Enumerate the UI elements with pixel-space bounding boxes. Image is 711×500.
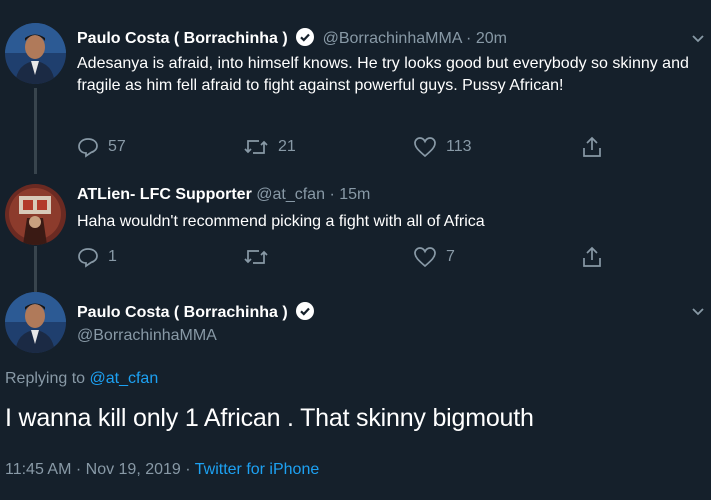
share-icon	[583, 136, 601, 157]
like-icon	[414, 137, 436, 158]
replying-to-label: Replying to	[5, 370, 90, 387]
share-button[interactable]	[581, 135, 612, 159]
reply-count: 1	[108, 248, 117, 265]
reply-button[interactable]: 57	[77, 135, 126, 159]
retweet-icon	[244, 250, 268, 264]
handle-line: @BorrachinhaMMA	[77, 327, 217, 345]
tweet-header: Paulo Costa ( Borrachinha ) @Borrachinha…	[77, 28, 507, 51]
retweet-icon	[244, 140, 268, 154]
tweet-reply-atlien[interactable]: ATLien- LFC Supporter @at_cfan · 15m Hah…	[0, 172, 711, 294]
like-button[interactable]: 113	[413, 135, 472, 159]
display-name[interactable]: Paulo Costa ( Borrachinha )	[77, 304, 288, 321]
replying-to-handle[interactable]: @at_cfan	[90, 370, 159, 387]
retweet-button[interactable]	[243, 245, 278, 269]
like-icon	[414, 247, 436, 268]
tweet-metadata: 11:45 AM · Nov 19, 2019 · Twitter for iP…	[5, 461, 319, 479]
user-handle[interactable]: @BorrachinhaMMA	[323, 30, 462, 47]
display-name[interactable]: Paulo Costa ( Borrachinha )	[77, 30, 288, 47]
tweet-text-large: I wanna kill only 1 African . That skinn…	[5, 404, 534, 432]
retweet-count: 21	[278, 138, 296, 155]
separator-dot: ·	[329, 186, 335, 203]
verified-badge-icon	[296, 302, 315, 325]
reply-button[interactable]: 1	[77, 245, 117, 269]
avatar[interactable]	[5, 184, 66, 245]
retweet-button[interactable]: 21	[243, 135, 296, 159]
replying-to: Replying to @at_cfan	[5, 370, 158, 388]
reply-icon	[78, 248, 98, 268]
tweet-text: Adesanya is afraid, into himself knows. …	[77, 55, 689, 94]
tweet-header: Paulo Costa ( Borrachinha )	[77, 302, 318, 325]
thread-connector	[34, 88, 37, 174]
avatar[interactable]	[5, 292, 66, 353]
like-count: 113	[446, 138, 472, 155]
tweet-source[interactable]: Twitter for iPhone	[195, 461, 320, 478]
tweet-actions: 1 7	[77, 245, 677, 269]
reply-icon	[78, 138, 98, 158]
tweet-costa-first[interactable]: Paulo Costa ( Borrachinha ) @Borrachinha…	[0, 0, 711, 174]
tweet-header: ATLien- LFC Supporter @at_cfan · 15m	[77, 186, 370, 204]
avatar[interactable]	[5, 23, 66, 84]
tweet-actions: 57 21 113	[77, 135, 677, 159]
tweet-timestamp[interactable]: 11:45 AM · Nov 19, 2019 ·	[5, 461, 195, 478]
tweet-time[interactable]: 20m	[476, 30, 507, 47]
user-handle[interactable]: @at_cfan	[256, 186, 325, 203]
user-handle[interactable]: @BorrachinhaMMA	[77, 327, 217, 344]
share-icon	[583, 246, 601, 267]
separator-dot: ·	[466, 30, 472, 47]
tweet-thread: Paulo Costa ( Borrachinha ) @Borrachinha…	[0, 0, 711, 500]
chevron-down-icon[interactable]	[691, 32, 705, 46]
display-name[interactable]: ATLien- LFC Supporter	[77, 186, 252, 203]
tweet-text: Haha wouldn't recommend picking a fight …	[77, 213, 485, 230]
chevron-down-icon[interactable]	[691, 305, 705, 319]
tweet-time[interactable]: 15m	[339, 186, 370, 203]
reply-count: 57	[108, 138, 126, 155]
like-count: 7	[446, 248, 455, 265]
like-button[interactable]: 7	[413, 245, 455, 269]
verified-badge-icon	[296, 28, 315, 51]
share-button[interactable]	[581, 245, 612, 269]
